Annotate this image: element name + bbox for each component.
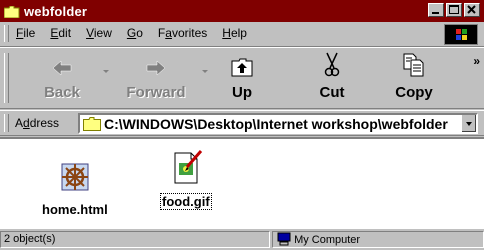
back-dropdown-icon[interactable] (103, 70, 109, 73)
copy-icon (402, 53, 426, 82)
status-bar: 2 object(s) My Computer (0, 229, 484, 250)
back-label: Back (44, 84, 80, 101)
file-name: food.gif (160, 193, 212, 210)
maximize-button[interactable] (446, 3, 462, 17)
file-item[interactable]: home.html (42, 161, 108, 217)
menu-bar: File Edit View Go Favorites Help (0, 22, 484, 47)
file-list-view[interactable]: home.html food.gif (0, 137, 484, 229)
forward-button[interactable]: Forward (120, 52, 192, 106)
up-button[interactable]: Up (206, 52, 278, 106)
folder-icon (83, 117, 101, 136)
up-folder-icon (231, 57, 253, 82)
forward-label: Forward (126, 84, 186, 101)
address-dropdown-button[interactable] (461, 115, 476, 132)
html-document-ship-wheel-icon (59, 161, 91, 198)
toolbar-grip[interactable] (4, 53, 9, 103)
folder-icon (3, 5, 20, 19)
address-grip[interactable] (4, 114, 9, 132)
status-object-count: 2 object(s) (0, 231, 270, 248)
title-bar[interactable]: webfolder (0, 0, 484, 22)
menu-favorites[interactable]: Favorites (158, 26, 207, 40)
minimize-button[interactable] (428, 3, 444, 17)
menu-help[interactable]: Help (222, 26, 247, 40)
window-title: webfolder (24, 3, 88, 19)
close-button[interactable] (464, 3, 480, 17)
gif-image-icon (169, 149, 203, 190)
menu-file[interactable]: File (16, 26, 35, 40)
file-name: home.html (42, 202, 108, 217)
file-item[interactable]: food.gif (160, 149, 212, 210)
cut-label: Cut (319, 84, 345, 101)
copy-button[interactable]: Copy (378, 52, 450, 106)
menu-edit[interactable]: Edit (50, 26, 71, 40)
menu-view[interactable]: View (86, 26, 112, 40)
address-bar: Address C:\WINDOWS\Desktop\Internet work… (0, 110, 484, 136)
standard-toolbar: Back Forward Up Cut Copy » (0, 47, 484, 109)
menu-grip[interactable] (4, 25, 9, 42)
up-label: Up (232, 84, 252, 101)
address-label: Address (15, 116, 60, 130)
address-value: C:\WINDOWS\Desktop\Internet workshop\web… (104, 116, 448, 132)
menu-go[interactable]: Go (127, 26, 143, 40)
status-zone-label: My Computer (294, 234, 361, 246)
cut-button[interactable]: Cut (296, 52, 368, 106)
my-computer-icon (277, 232, 291, 250)
back-arrow-icon (51, 59, 73, 82)
status-zone: My Computer (272, 231, 484, 248)
scissors-icon (321, 51, 343, 82)
copy-label: Copy (395, 84, 433, 101)
address-input[interactable]: C:\WINDOWS\Desktop\Internet workshop\web… (78, 113, 478, 134)
windows-logo-icon (444, 24, 478, 45)
forward-arrow-icon (145, 59, 167, 82)
back-button[interactable]: Back (26, 52, 98, 106)
toolbar-more-chevron[interactable]: » (473, 54, 480, 68)
explorer-window: webfolder File Edit View Go Favorites He… (0, 0, 484, 250)
